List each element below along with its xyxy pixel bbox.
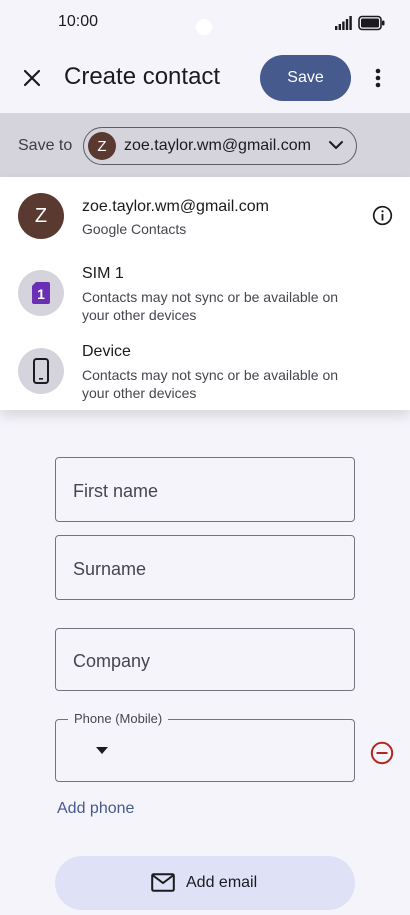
- camera-cutout: [196, 19, 212, 35]
- info-icon[interactable]: [372, 205, 393, 226]
- close-icon: [23, 69, 41, 87]
- more-options-button[interactable]: [366, 64, 390, 92]
- first-name-field[interactable]: First name: [55, 457, 355, 522]
- save-to-label: Save to: [18, 137, 73, 154]
- company-field[interactable]: Company: [55, 628, 355, 691]
- company-placeholder: Company: [73, 651, 151, 671]
- add-phone-button[interactable]: Add phone: [57, 800, 134, 818]
- remove-phone-icon[interactable]: [370, 741, 394, 765]
- avatar-icon: Z: [18, 193, 64, 239]
- signal-icon: [335, 16, 352, 30]
- phone-field[interactable]: Phone (Mobile): [55, 711, 355, 782]
- option-subtitle: Google Contacts: [82, 221, 187, 237]
- country-code-dropdown-icon[interactable]: [96, 747, 108, 754]
- surname-placeholder: Surname: [73, 559, 147, 579]
- option-subtitle: Contacts may not sync or be available on…: [82, 367, 339, 401]
- save-to-bar: Save to Z zoe.taylor.wm@gmail.com: [0, 113, 410, 177]
- dropdown-option-device[interactable]: Device Contacts may not sync or be avail…: [0, 333, 410, 410]
- close-button[interactable]: [14, 60, 50, 96]
- sim-badge: 1: [37, 286, 45, 302]
- save-button[interactable]: Save: [260, 55, 351, 101]
- account-selector[interactable]: Z zoe.taylor.wm@gmail.com: [83, 127, 357, 165]
- app-bar: Create contact Save: [0, 46, 410, 112]
- dropdown-option-google[interactable]: Z zoe.taylor.wm@gmail.com Google Contact…: [0, 177, 410, 255]
- phone-label: Phone (Mobile): [68, 711, 169, 726]
- status-time: 10:00: [58, 13, 99, 30]
- battery-icon: [358, 15, 385, 31]
- surname-field[interactable]: Surname: [55, 535, 355, 600]
- option-subtitle: Contacts may not sync or be available on…: [82, 289, 339, 323]
- first-name-placeholder: First name: [73, 481, 159, 501]
- option-title: SIM 1: [82, 265, 124, 282]
- account-email: zoe.taylor.wm@gmail.com: [124, 137, 311, 154]
- add-email-button[interactable]: Add email: [55, 856, 355, 910]
- option-title: Device: [82, 343, 131, 360]
- page-title: Create contact: [64, 63, 221, 90]
- sim-card-icon: 1: [18, 270, 64, 316]
- more-vert-icon: [375, 68, 381, 88]
- email-icon: [151, 873, 175, 892]
- avatar: Z: [88, 132, 116, 160]
- account-dropdown-menu: Z zoe.taylor.wm@gmail.com Google Contact…: [0, 177, 410, 410]
- status-bar: 10:00: [0, 0, 410, 46]
- chevron-down-icon: [329, 141, 343, 149]
- phone-device-icon: [18, 348, 64, 394]
- option-title: zoe.taylor.wm@gmail.com: [82, 198, 269, 215]
- add-email-label: Add email: [186, 874, 258, 891]
- dropdown-option-sim[interactable]: 1 SIM 1 Contacts may not sync or be avai…: [0, 255, 410, 333]
